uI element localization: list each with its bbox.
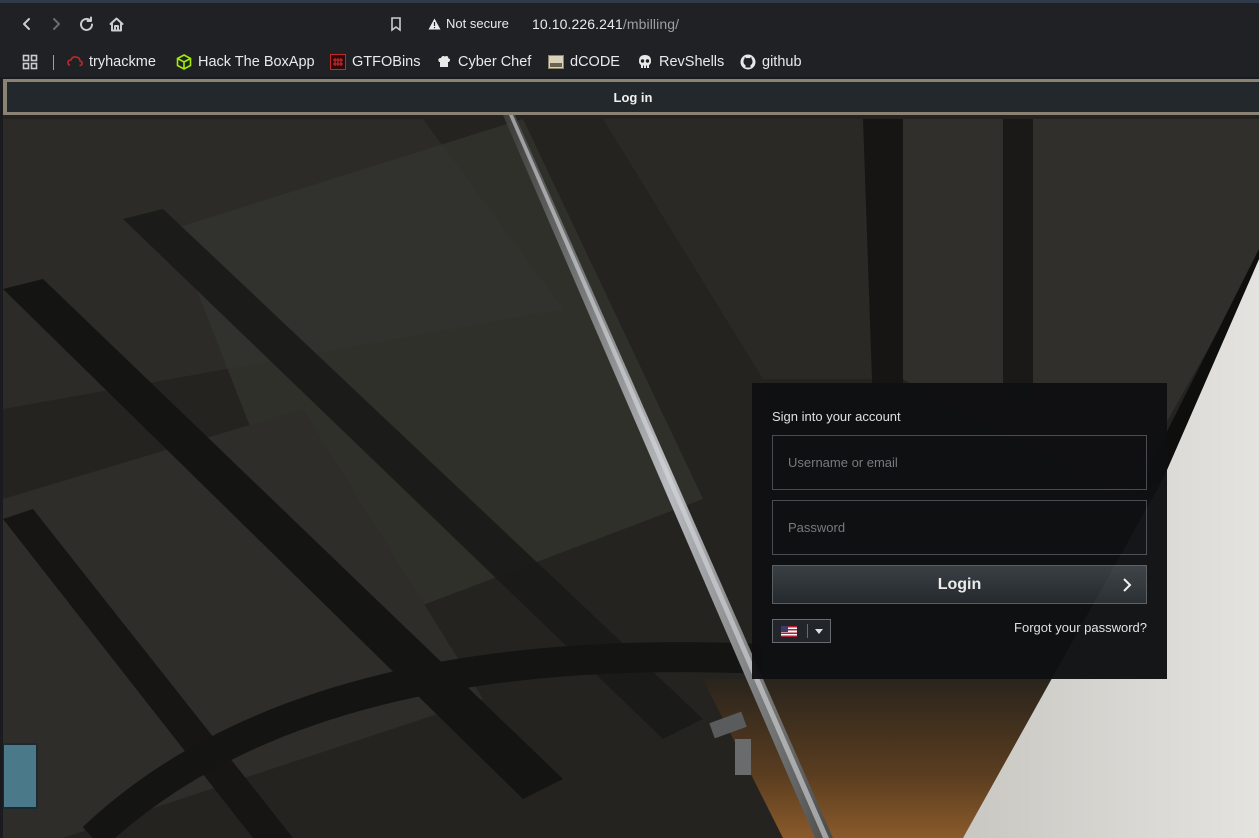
- bookmark-label: github: [762, 54, 802, 70]
- cyberchef-icon: [438, 56, 451, 67]
- bookmark-github[interactable]: github: [740, 50, 802, 74]
- username-field[interactable]: [772, 435, 1147, 490]
- language-divider: [807, 624, 808, 638]
- bookmark-label: GTFOBins: [352, 54, 421, 70]
- bookmark-label: Cyber Chef: [458, 54, 532, 70]
- github-icon: [740, 54, 756, 70]
- gtfobins-icon: [330, 54, 346, 70]
- bookmark-label: dCODE: [570, 54, 620, 70]
- bookmark-dcode[interactable]: dCODE: [548, 50, 620, 74]
- language-select[interactable]: [772, 619, 831, 643]
- url-text[interactable]: 10.10.226.241/mbilling/: [532, 16, 679, 32]
- home-icon[interactable]: [105, 13, 127, 35]
- bookmark-cyberchef[interactable]: Cyber Chef: [436, 50, 531, 74]
- browser-toolbar: Not secure 10.10.226.241/mbilling/: [0, 0, 1259, 47]
- header-title: Log in: [7, 82, 1259, 112]
- page-viewport: Log in Sign into your account Login Forg…: [3, 79, 1259, 838]
- skull-icon: [639, 55, 651, 68]
- bookmarks-bar: tryhackme Hack The BoxApp GTFOBins Cyber…: [0, 47, 1259, 77]
- dcode-icon: [548, 55, 564, 69]
- bookmarks-separator: [53, 55, 54, 70]
- login-panel: Sign into your account Login Forgot your…: [752, 383, 1167, 679]
- login-button[interactable]: Login: [772, 565, 1147, 604]
- bookmark-tryhackme[interactable]: tryhackme: [67, 50, 156, 74]
- bookmark-label: tryhackme: [89, 54, 156, 70]
- warning-icon: [428, 18, 441, 29]
- username-input[interactable]: [788, 455, 1146, 470]
- chevron-right-icon: [1122, 577, 1132, 598]
- url-host: 10.10.226.241: [532, 16, 623, 32]
- bookmark-hackthebox[interactable]: Hack The BoxApp: [176, 50, 315, 74]
- reload-icon[interactable]: [75, 13, 97, 35]
- security-indicator[interactable]: Not secure: [428, 16, 509, 31]
- bookmark-icon[interactable]: [388, 16, 404, 32]
- tryhackme-icon: [67, 56, 83, 67]
- chevron-down-icon: [815, 628, 823, 634]
- back-icon[interactable]: [16, 13, 38, 35]
- forward-icon[interactable]: [45, 13, 67, 35]
- address-bar[interactable]: Not secure 10.10.226.241/mbilling/: [378, 8, 1259, 40]
- password-input[interactable]: [788, 520, 1146, 535]
- header-bar: Log in: [3, 79, 1259, 115]
- url-path: /mbilling/: [622, 16, 680, 32]
- password-field[interactable]: [772, 500, 1147, 555]
- apps-grid-icon[interactable]: [22, 54, 38, 75]
- login-title: Sign into your account: [772, 409, 901, 424]
- hackthebox-icon: [176, 54, 192, 70]
- forgot-password-link[interactable]: Forgot your password?: [1014, 620, 1147, 635]
- bookmark-gtfobins[interactable]: GTFOBins: [330, 50, 420, 74]
- bookmark-label: RevShells: [659, 54, 725, 70]
- bookmark-label: Hack The BoxApp: [198, 54, 315, 70]
- security-label: Not secure: [446, 16, 509, 31]
- login-button-label: Login: [937, 575, 982, 593]
- bookmark-revshells[interactable]: RevShells: [637, 50, 724, 74]
- us-flag-icon: [781, 625, 797, 637]
